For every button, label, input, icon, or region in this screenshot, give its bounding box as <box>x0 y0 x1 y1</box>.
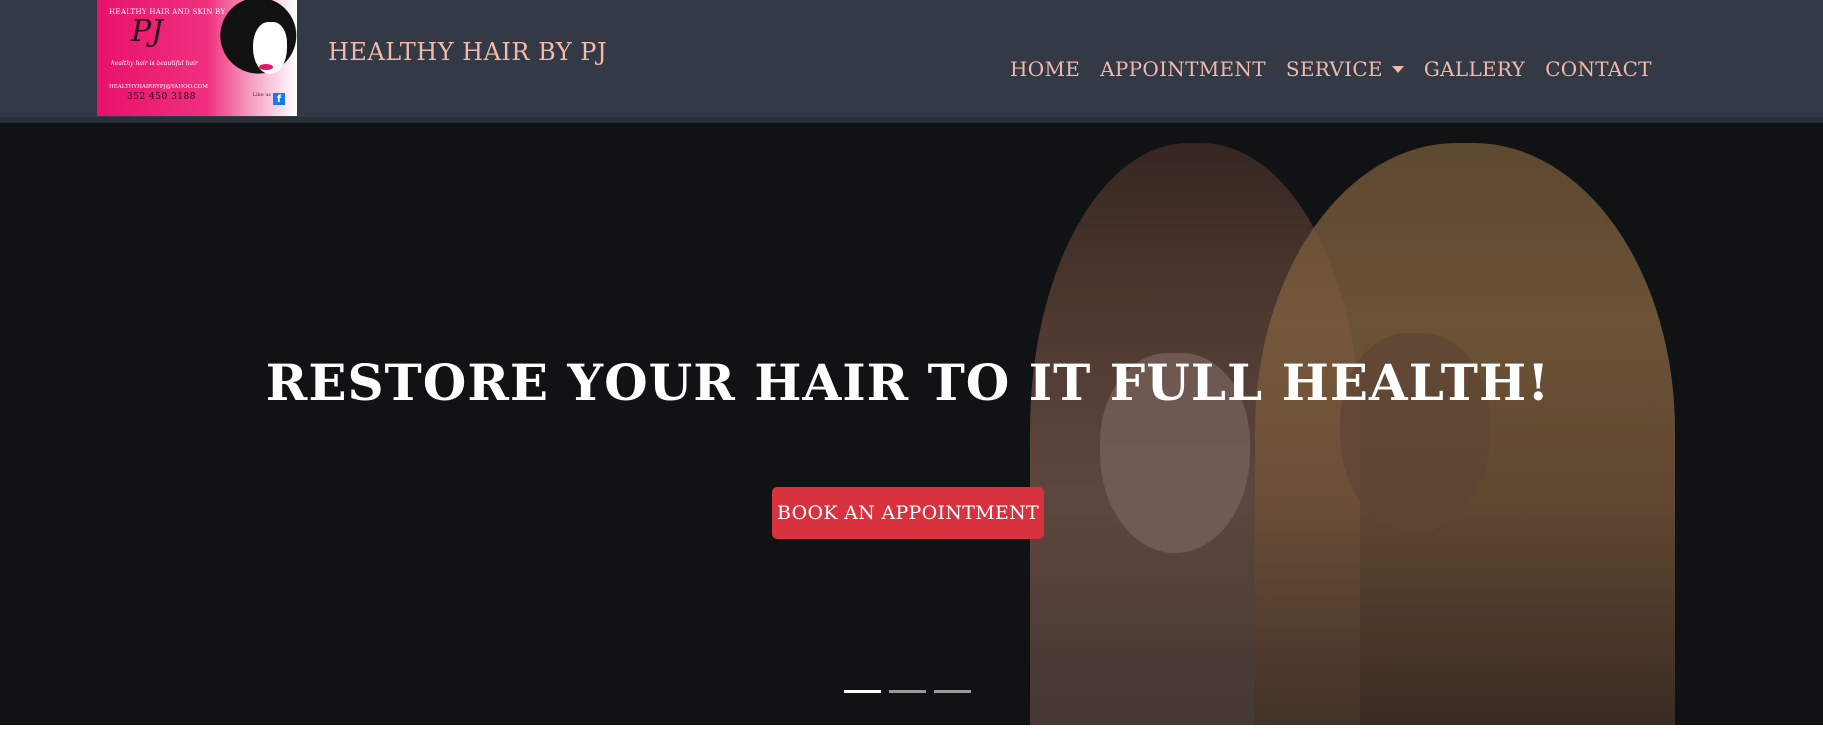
logo-monogram: PJ <box>131 14 164 49</box>
carousel-indicator-3[interactable] <box>934 690 971 693</box>
logo-tagline: healthy hair is beautiful hair <box>111 60 198 67</box>
carousel-indicators <box>844 690 979 693</box>
book-appointment-button[interactable]: BOOK AN APPOINTMENT <box>772 487 1044 539</box>
logo-like-text: Like us <box>252 92 271 98</box>
nav-contact-label: CONTACT <box>1545 57 1652 81</box>
hero-carousel: RESTORE YOUR HAIR TO IT FULL HEALTH! BOO… <box>0 123 1823 725</box>
brand-logo[interactable]: HEALTHY HAIR AND SKIN BY PJ healthy hair… <box>97 0 297 116</box>
nav-service-label: SERVICE <box>1285 57 1383 81</box>
nav-appointment-link[interactable]: APPOINTMENT <box>1100 57 1266 81</box>
logo-phone: 352 450 3188 <box>127 92 196 102</box>
nav-appointment-label: APPOINTMENT <box>1100 57 1266 81</box>
nav-service-dropdown[interactable]: SERVICE <box>1286 57 1404 81</box>
nav-gallery-label: GALLERY <box>1423 57 1526 81</box>
carousel-indicator-2[interactable] <box>889 690 926 693</box>
navbar: HEALTHY HAIR AND SKIN BY PJ healthy hair… <box>0 0 1823 123</box>
nav-gallery-link[interactable]: GALLERY <box>1424 57 1525 81</box>
nav-home-link[interactable]: HOME <box>1010 57 1080 81</box>
logo-email: HEALTHYHAIRBYPJ@YAHOO.COM <box>109 84 208 90</box>
carousel-indicator-1[interactable] <box>844 690 881 693</box>
nav-contact-link[interactable]: CONTACT <box>1545 57 1652 81</box>
logo-top-text: HEALTHY HAIR AND SKIN BY <box>109 8 226 16</box>
main-nav: HOME APPOINTMENT SERVICE GALLERY CONTACT <box>1010 57 1672 81</box>
brand-name-link[interactable]: HEALTHY HAIR BY PJ <box>328 38 607 66</box>
hero-title: RESTORE YOUR HAIR TO IT FULL HEALTH! <box>265 353 1551 412</box>
chevron-down-icon <box>1391 65 1404 73</box>
nav-home-label: HOME <box>1010 57 1081 81</box>
logo-lips-graphic <box>259 64 273 70</box>
facebook-icon: f <box>273 93 285 105</box>
